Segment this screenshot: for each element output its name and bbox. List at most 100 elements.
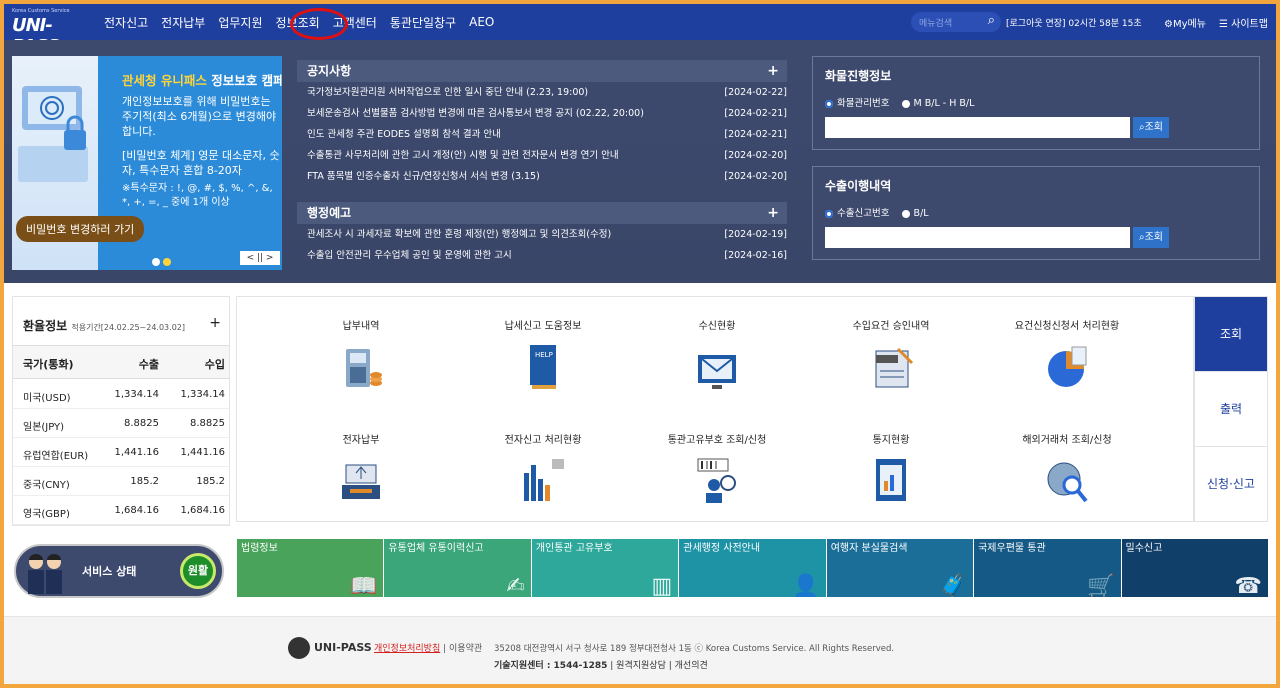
footer-address: 35208 대전광역시 서구 청사로 189 정부대전청사 1동 ⓒ Korea… <box>494 644 895 654</box>
dot-1[interactable] <box>152 258 160 266</box>
service-payment-history[interactable]: 납부내역 <box>301 305 421 393</box>
highlight-circle <box>290 8 348 40</box>
export-title: 수출이행내역 <box>825 179 892 193</box>
terms-link[interactable]: 이용약관 <box>449 644 482 654</box>
tile-smuggling-report[interactable]: 밀수신고 ☎ <box>1121 539 1268 597</box>
nav-item-e-filing[interactable]: 전자신고 <box>104 14 148 31</box>
cargo-tracking-panel: 화물진행정보 화물관리번호 M B/L - H B/L ⌕조회 <box>812 56 1260 150</box>
service-shortcuts: 납부내역 납세신고 도움정보 HELP 수신현황 수입요건 승인내역 요건신청신… <box>236 296 1194 522</box>
cargo-number-input[interactable] <box>825 117 1130 138</box>
table-row: 미국(USD) 1,334.14 1,334.14 <box>13 380 229 409</box>
admin-notice-header: 행정예고 + <box>297 202 787 224</box>
nav-item-aeo[interactable]: AEO <box>469 15 494 29</box>
percent-chart-icon <box>1044 341 1090 393</box>
radio-selected[interactable] <box>825 99 833 108</box>
hero-section: 관세청 유니패스 정보보호 캠페인 개인정보보호를 위해 비밀번호는 주기적(최… <box>4 40 1276 283</box>
banner-text-3: ※특수문자 : !, @, #, $, %, ^, &, *, +, =, _ … <box>122 183 273 208</box>
dot-2[interactable] <box>163 258 171 266</box>
my-menu-button[interactable]: ⚙My메뉴 <box>1164 15 1206 30</box>
bar-chart-icon <box>520 455 566 507</box>
person-icon: 👤 <box>792 574 820 598</box>
service-status-widget: 서비스 상태 원활 <box>14 544 224 598</box>
remote-support-link[interactable]: 원격지원상담 <box>616 661 666 671</box>
notice-item[interactable]: 인도 관세청 주관 EODES 설명회 참석 결과 안내 [2024-02-21] <box>297 124 787 145</box>
service-requirement-status[interactable]: 요건신청신청서 처리현황 <box>1007 305 1127 393</box>
banner-pagination[interactable] <box>152 256 174 269</box>
export-options: 수출신고번호 B/L <box>825 205 929 219</box>
notice-item[interactable]: 수출통관 사무처리에 관한 고시 개정(안) 시행 및 관련 전자문서 변경 연… <box>297 145 787 166</box>
plus-icon[interactable]: + <box>767 202 779 224</box>
tab-print[interactable]: 출력 <box>1195 372 1267 447</box>
service-notifications[interactable]: 통지현황 <box>831 419 951 507</box>
notice-board: 공지사항 + 국가정보자원관리원 서버작업으로 인한 일시 중단 안내 (2.23… <box>297 60 787 187</box>
hamburger-icon: ☰ <box>1219 19 1232 30</box>
table-row: 일본(JPY) 8.8825 8.8825 <box>13 409 229 438</box>
tab-application[interactable]: 신청·신고 <box>1195 447 1267 522</box>
footer-brand: UNI-PASS <box>314 641 372 654</box>
sitemap-label: 사이트맵 <box>1231 19 1268 30</box>
exchange-table-header: 국가(통화) 수출 수입 <box>13 345 229 379</box>
unipass-logo[interactable]: Korea Customs Service UNI-PASS <box>10 8 94 57</box>
service-overseas-partner[interactable]: 해외거래처 조회/신청 <box>1007 419 1127 507</box>
footer-links: 개인정보처리방침 | 이용약관 <box>374 644 483 654</box>
page-frame: Korea Customs Service UNI-PASS 전자신고 전자납부… <box>4 4 1276 684</box>
tile-international-mail[interactable]: 국제우편물 통관 🛒 <box>974 539 1121 597</box>
admin-notice-item[interactable]: 관세조사 시 과세자료 확보에 관한 훈령 제정(안) 행정예고 및 의견조회(… <box>297 224 787 245</box>
tile-traveler-lost-item[interactable]: 여행자 분실물검색 🧳 <box>826 539 974 598</box>
mail-monitor-icon <box>694 341 740 393</box>
nav-item-e-payment[interactable]: 전자납부 <box>161 14 205 31</box>
menu-search-input[interactable]: 메뉴검색 ⌕ <box>911 12 1001 32</box>
campaign-banner[interactable]: 관세청 유니패스 정보보호 캠페인 개인정보보호를 위해 비밀번호는 주기적(최… <box>12 56 282 270</box>
notice-item[interactable]: 국가정보자원관리원 서버작업으로 인한 일시 중단 안내 (2.23, 19:0… <box>297 82 787 103</box>
service-receipt-status[interactable]: 수신현황 <box>657 305 777 393</box>
search-icon[interactable]: ⌕ <box>988 13 995 28</box>
export-number-input[interactable] <box>825 227 1130 248</box>
tile-personal-customs-code[interactable]: 개인통관 고유부호 ▥ <box>531 539 679 598</box>
plus-icon[interactable]: + <box>767 60 779 82</box>
radio[interactable] <box>901 99 910 108</box>
quick-link-tiles: 법령정보 📖 유통업체 유통이력신고 ✍ 개인통관 고유부호 ▥ 관세행정 사전안내 👤… <box>237 539 1269 597</box>
session-timer[interactable]: [로그아웃 연장] 02시간 58분 15초 <box>1006 16 1142 29</box>
exchange-rate-panel: 환율정보 적용기간[24.02.25~24.03.02] + 국가(통화) 수출 수… <box>12 296 230 526</box>
export-search-button[interactable]: ⌕조회 <box>1133 227 1169 248</box>
change-password-button[interactable]: 비밀번호 변경하러 가기 <box>16 216 145 242</box>
admin-notice-item[interactable]: 수출입 안전관리 우수업체 공인 및 운영에 관한 고시 [2024-02-16] <box>297 245 787 266</box>
feedback-link[interactable]: 개선의견 <box>675 661 708 671</box>
helpdesk-number: 기술지원센터 : 1544-1285 <box>494 661 608 671</box>
service-tabs: 조회 출력 신청·신고 <box>1194 296 1268 522</box>
tile-law-info[interactable]: 법령정보 📖 <box>237 539 384 598</box>
exchange-title: 환율정보 적용기간[24.02.25~24.03.02] <box>23 319 185 333</box>
luggage-icon: 🧳 <box>939 574 968 598</box>
banner-controls[interactable]: < || > <box>240 251 280 265</box>
nav-item-work-support[interactable]: 업무지원 <box>218 14 262 31</box>
logo-subtitle: Korea Customs Service <box>12 8 70 14</box>
service-customs-code[interactable]: 통관고유부호 조회/신청 <box>657 419 777 507</box>
service-import-approval[interactable]: 수입요건 승인내역 <box>831 305 951 393</box>
banner-text-1: 개인정보보호를 위해 비밀번호는 주기적(최소 6개월)으로 변경해야 합니다. <box>122 95 277 138</box>
my-menu-label: My메뉴 <box>1172 19 1206 30</box>
cargo-search-button[interactable]: ⌕조회 <box>1133 117 1169 138</box>
nav-item-single-window[interactable]: 통관단일창구 <box>390 14 456 31</box>
service-e-payment[interactable]: 전자납부 <box>301 419 421 507</box>
notice-item[interactable]: FTA 품목별 인증수출자 신규/연장신청서 서식 변경 (3.15) [2024… <box>297 166 787 187</box>
staff-illustration <box>22 550 70 596</box>
payment-terminal-icon <box>338 341 384 393</box>
book-icon: 📖 <box>350 574 378 598</box>
report-chart-icon <box>868 455 914 507</box>
admin-notice-title: 행정예고 <box>307 206 352 220</box>
tile-pre-guidance[interactable]: 관세행정 사전안내 👤 <box>679 539 826 598</box>
barcode-icon: ▥ <box>651 574 673 598</box>
sitemap-button[interactable]: ☰ 사이트맵 <box>1219 15 1268 30</box>
plus-icon[interactable]: + <box>209 315 221 331</box>
import-document-icon <box>868 341 914 393</box>
tile-distribution-report[interactable]: 유통업체 유통이력신고 ✍ <box>384 539 531 597</box>
tab-inquiry[interactable]: 조회 <box>1195 297 1267 372</box>
service-e-filing-status[interactable]: 전자신고 처리현황 <box>483 419 603 507</box>
privacy-policy-link[interactable]: 개인정보처리방침 <box>374 644 440 654</box>
radio[interactable] <box>901 209 910 218</box>
radio-selected[interactable] <box>825 209 833 218</box>
export-tracking-panel: 수출이행내역 수출신고번호 B/L ⌕조회 <box>812 166 1260 260</box>
service-tax-help[interactable]: 납세신고 도움정보 HELP <box>483 305 603 393</box>
help-book-icon: HELP <box>520 341 566 393</box>
notice-item[interactable]: 보세운송검사 선별물품 검사방법 변경에 따른 검사통보서 변경 공지 (02.… <box>297 103 787 124</box>
